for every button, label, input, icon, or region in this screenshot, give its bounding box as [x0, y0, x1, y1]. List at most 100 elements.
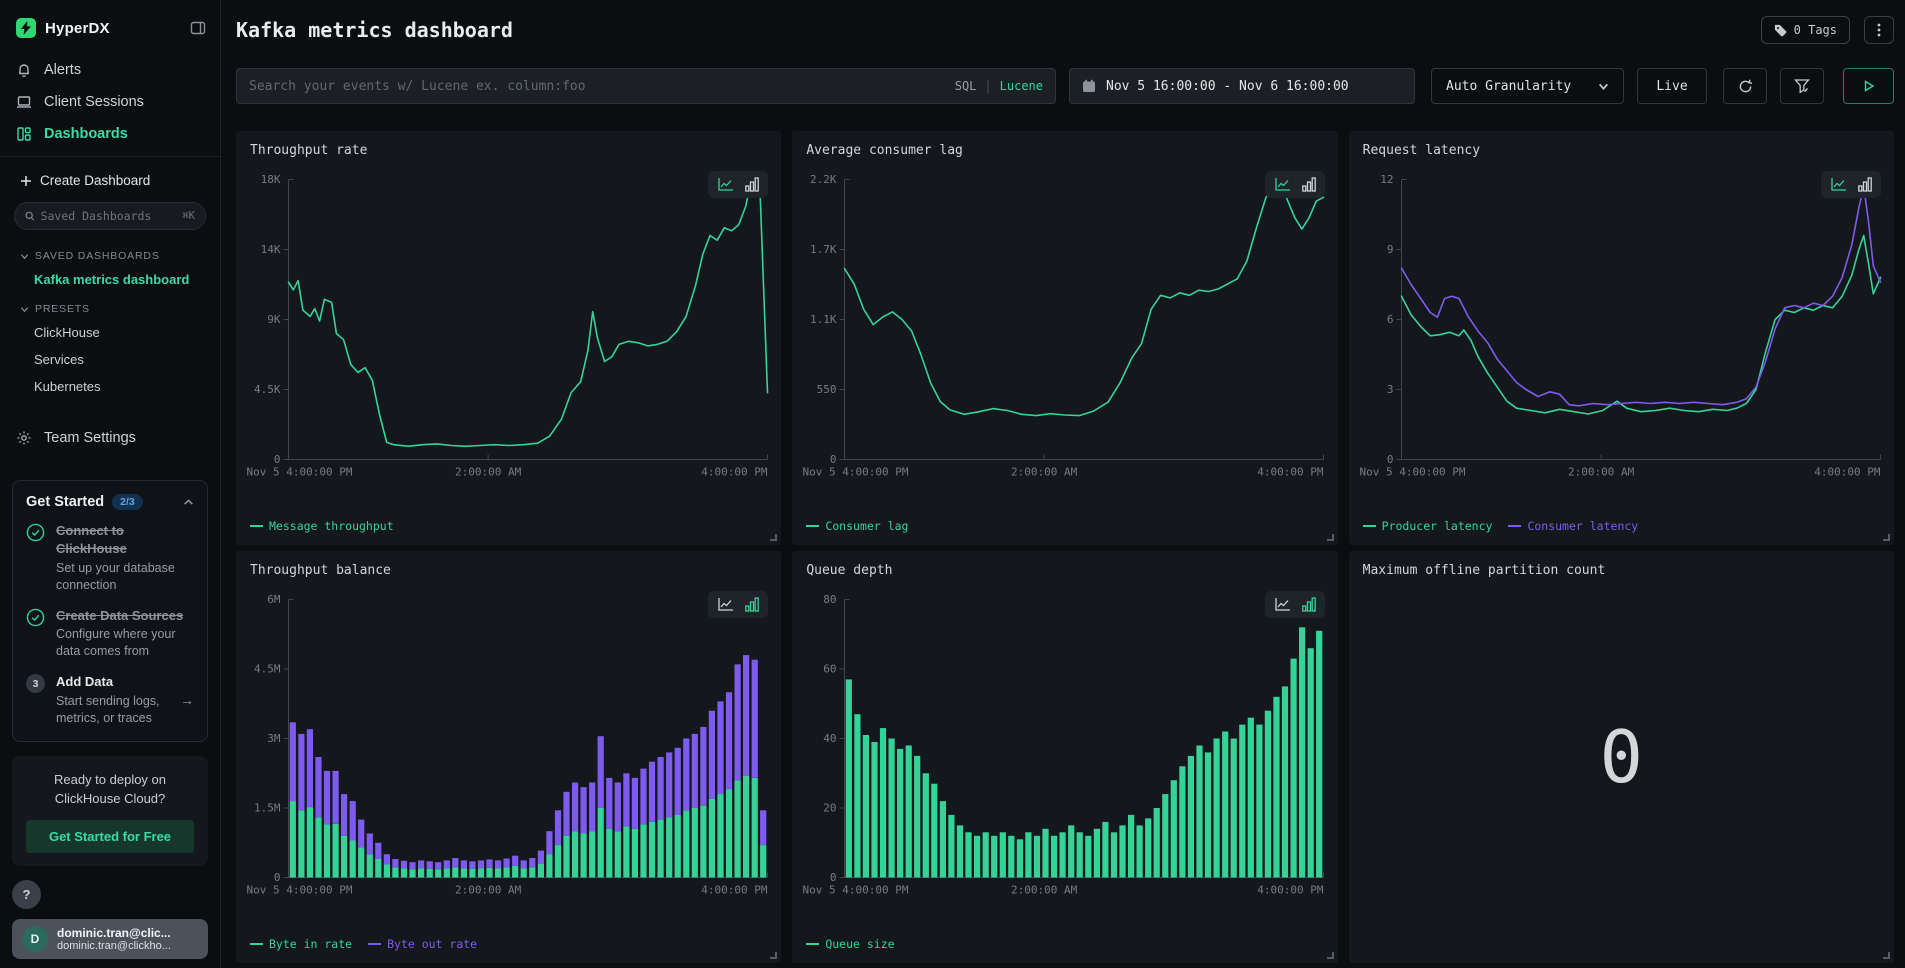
step-desc: Configure where your data comes from [56, 626, 194, 660]
sidebar-item-label: Alerts [44, 62, 81, 78]
sidebar-item-client-sessions[interactable]: Client Sessions [0, 86, 220, 118]
saved-dashboards-search[interactable]: ⌘K [14, 202, 206, 230]
svg-text:20: 20 [824, 802, 837, 815]
panel-resize-handle[interactable] [770, 952, 777, 959]
svg-text:Nov 5 4:00:00 PM: Nov 5 4:00:00 PM [247, 466, 353, 479]
chart-panel: Maximum offline partition count 0 [1349, 551, 1894, 963]
shortcut-hint: ⌘K [182, 210, 195, 222]
check-circle-icon [26, 522, 47, 594]
section-presets[interactable]: PRESETS [0, 293, 220, 319]
panel-resize-handle[interactable] [770, 534, 777, 541]
sidebar-item-alerts[interactable]: Alerts [0, 54, 220, 86]
get-started-free-button[interactable]: Get Started for Free [26, 820, 194, 853]
legend-item: Byte in rate [250, 937, 352, 951]
svg-text:14K: 14K [261, 243, 281, 256]
section-saved-dashboards[interactable]: SAVED DASHBOARDS [0, 240, 220, 266]
get-started-step-add-data[interactable]: 3 Add Data Start sending logs, metrics, … [26, 673, 194, 727]
create-dashboard-button[interactable]: Create Dashboard [0, 167, 220, 200]
kebab-icon [1877, 23, 1881, 37]
line-chart-icon[interactable] [1274, 597, 1291, 612]
panel-resize-handle[interactable] [1883, 534, 1890, 541]
chart-type-toggle [708, 591, 768, 618]
chevron-up-icon[interactable] [183, 497, 194, 508]
chart-panel: Queue depth 020406080Nov 5 4:00:00 PM2:0… [792, 551, 1337, 963]
lucene-option[interactable]: Lucene [1000, 79, 1043, 93]
svg-text:2:00:00 AM: 2:00:00 AM [1011, 466, 1078, 479]
chart-svg: 05501.1K1.7K2.2KNov 5 4:00:00 PM2:00:00 … [800, 171, 1329, 483]
run-query-button[interactable] [1843, 68, 1894, 104]
saved-dashboards-search-input[interactable] [41, 209, 177, 223]
big-value: 0 [1349, 551, 1894, 963]
chart-plot-area[interactable]: 01.5M3M4.5M6MNov 5 4:00:00 PM2:00:00 AM4… [244, 591, 773, 901]
legend: Byte in rateByte out rate [250, 937, 477, 951]
svg-text:4:00:00 PM: 4:00:00 PM [1258, 466, 1325, 479]
get-started-step-connect[interactable]: Connect to ClickHouse Set up your databa… [26, 522, 194, 594]
sidebar-item-clickhouse[interactable]: ClickHouse [0, 319, 220, 346]
bar-chart-icon[interactable] [745, 597, 759, 612]
line-chart-icon[interactable] [717, 597, 734, 612]
line-chart-icon[interactable] [1274, 177, 1291, 192]
legend-item: Message throughput [250, 519, 394, 533]
sidebar-item-services[interactable]: Services [0, 346, 220, 373]
svg-text:1.1K: 1.1K [810, 313, 837, 326]
panel-resize-handle[interactable] [1883, 952, 1890, 959]
legend: Queue size [806, 937, 894, 951]
date-range-picker[interactable]: Nov 5 16:00:00 - Nov 6 16:00:00 [1069, 68, 1415, 104]
laptop-icon [16, 94, 32, 110]
svg-text:Nov 5 4:00:00 PM: Nov 5 4:00:00 PM [803, 466, 909, 479]
live-button[interactable]: Live [1637, 68, 1707, 104]
chart-plot-area[interactable]: 05501.1K1.7K2.2KNov 5 4:00:00 PM2:00:00 … [800, 171, 1329, 483]
panel-resize-handle[interactable] [1327, 952, 1334, 959]
plus-icon [20, 175, 32, 187]
sql-option[interactable]: SQL [955, 79, 977, 93]
panel-title: Throughput rate [236, 131, 781, 158]
collapse-sidebar-icon[interactable] [190, 20, 206, 36]
sidebar-item-dashboards[interactable]: Dashboards [0, 118, 220, 150]
filter-button[interactable] [1780, 68, 1824, 104]
help-button[interactable]: ? [12, 880, 41, 909]
svg-text:2.2K: 2.2K [810, 173, 837, 186]
svg-text:2:00:00 AM: 2:00:00 AM [1011, 884, 1078, 897]
query-language-toggle[interactable]: SQL | Lucene [955, 79, 1043, 93]
bar-chart-icon[interactable] [1302, 177, 1316, 192]
brand-name: HyperDX [45, 20, 181, 37]
bar-chart-icon[interactable] [1858, 177, 1872, 192]
chart-plot-area[interactable]: 020406080Nov 5 4:00:00 PM2:00:00 AM4:00:… [800, 591, 1329, 901]
panel-resize-handle[interactable] [1327, 534, 1334, 541]
granularity-select[interactable]: Auto Granularity [1431, 68, 1624, 104]
event-search-box[interactable]: SQL | Lucene [236, 68, 1056, 104]
calendar-icon [1082, 79, 1096, 93]
legend-item: Consumer latency [1508, 519, 1638, 533]
bar-chart-icon[interactable] [745, 177, 759, 192]
chevron-down-icon [20, 252, 29, 261]
line-chart-icon[interactable] [1830, 177, 1847, 192]
tags-button[interactable]: 0 Tags [1761, 16, 1850, 44]
app-root: HyperDX Alerts Client Sessions Dashboard… [0, 0, 1905, 968]
page-title: Kafka metrics dashboard [236, 18, 513, 42]
line-chart-icon[interactable] [717, 177, 734, 192]
sidebar-item-kubernetes[interactable]: Kubernetes [0, 373, 220, 400]
get-started-step-sources[interactable]: Create Data Sources Configure where your… [26, 607, 194, 661]
cloud-promo-card: Ready to deploy on ClickHouse Cloud? Get… [12, 756, 208, 866]
sidebar-item-kafka-dashboard[interactable]: Kafka metrics dashboard [0, 266, 220, 293]
user-menu[interactable]: D dominic.tran@clic... dominic.tran@clic… [12, 919, 208, 959]
tag-icon [1774, 24, 1787, 37]
bar-chart-icon[interactable] [1302, 597, 1316, 612]
more-options-button[interactable] [1864, 16, 1894, 44]
event-search-input[interactable] [249, 79, 947, 94]
panel-title: Average consumer lag [792, 131, 1337, 158]
step-desc: Start sending logs, metrics, or traces [56, 693, 167, 727]
dashboard-grid: Throughput rate 04.5K9K14K18KNov 5 4:00:… [236, 131, 1894, 963]
chart-svg: 04.5K9K14K18KNov 5 4:00:00 PM2:00:00 AM4… [244, 171, 773, 483]
refresh-button[interactable] [1723, 68, 1767, 104]
svg-text:550: 550 [817, 383, 837, 396]
legend-item: Queue size [806, 937, 894, 951]
chart-plot-area[interactable]: 036912Nov 5 4:00:00 PM2:00:00 AM4:00:00 … [1357, 171, 1886, 483]
chart-plot-area[interactable]: 04.5K9K14K18KNov 5 4:00:00 PM2:00:00 AM4… [244, 171, 773, 483]
step-title: Connect to ClickHouse [56, 523, 127, 556]
sidebar-item-team-settings[interactable]: Team Settings [0, 422, 220, 454]
svg-text:4:00:00 PM: 4:00:00 PM [701, 466, 768, 479]
arrow-right-icon: → [176, 692, 194, 708]
svg-text:0: 0 [274, 871, 281, 884]
promo-text-line1: Ready to deploy on [26, 770, 194, 790]
